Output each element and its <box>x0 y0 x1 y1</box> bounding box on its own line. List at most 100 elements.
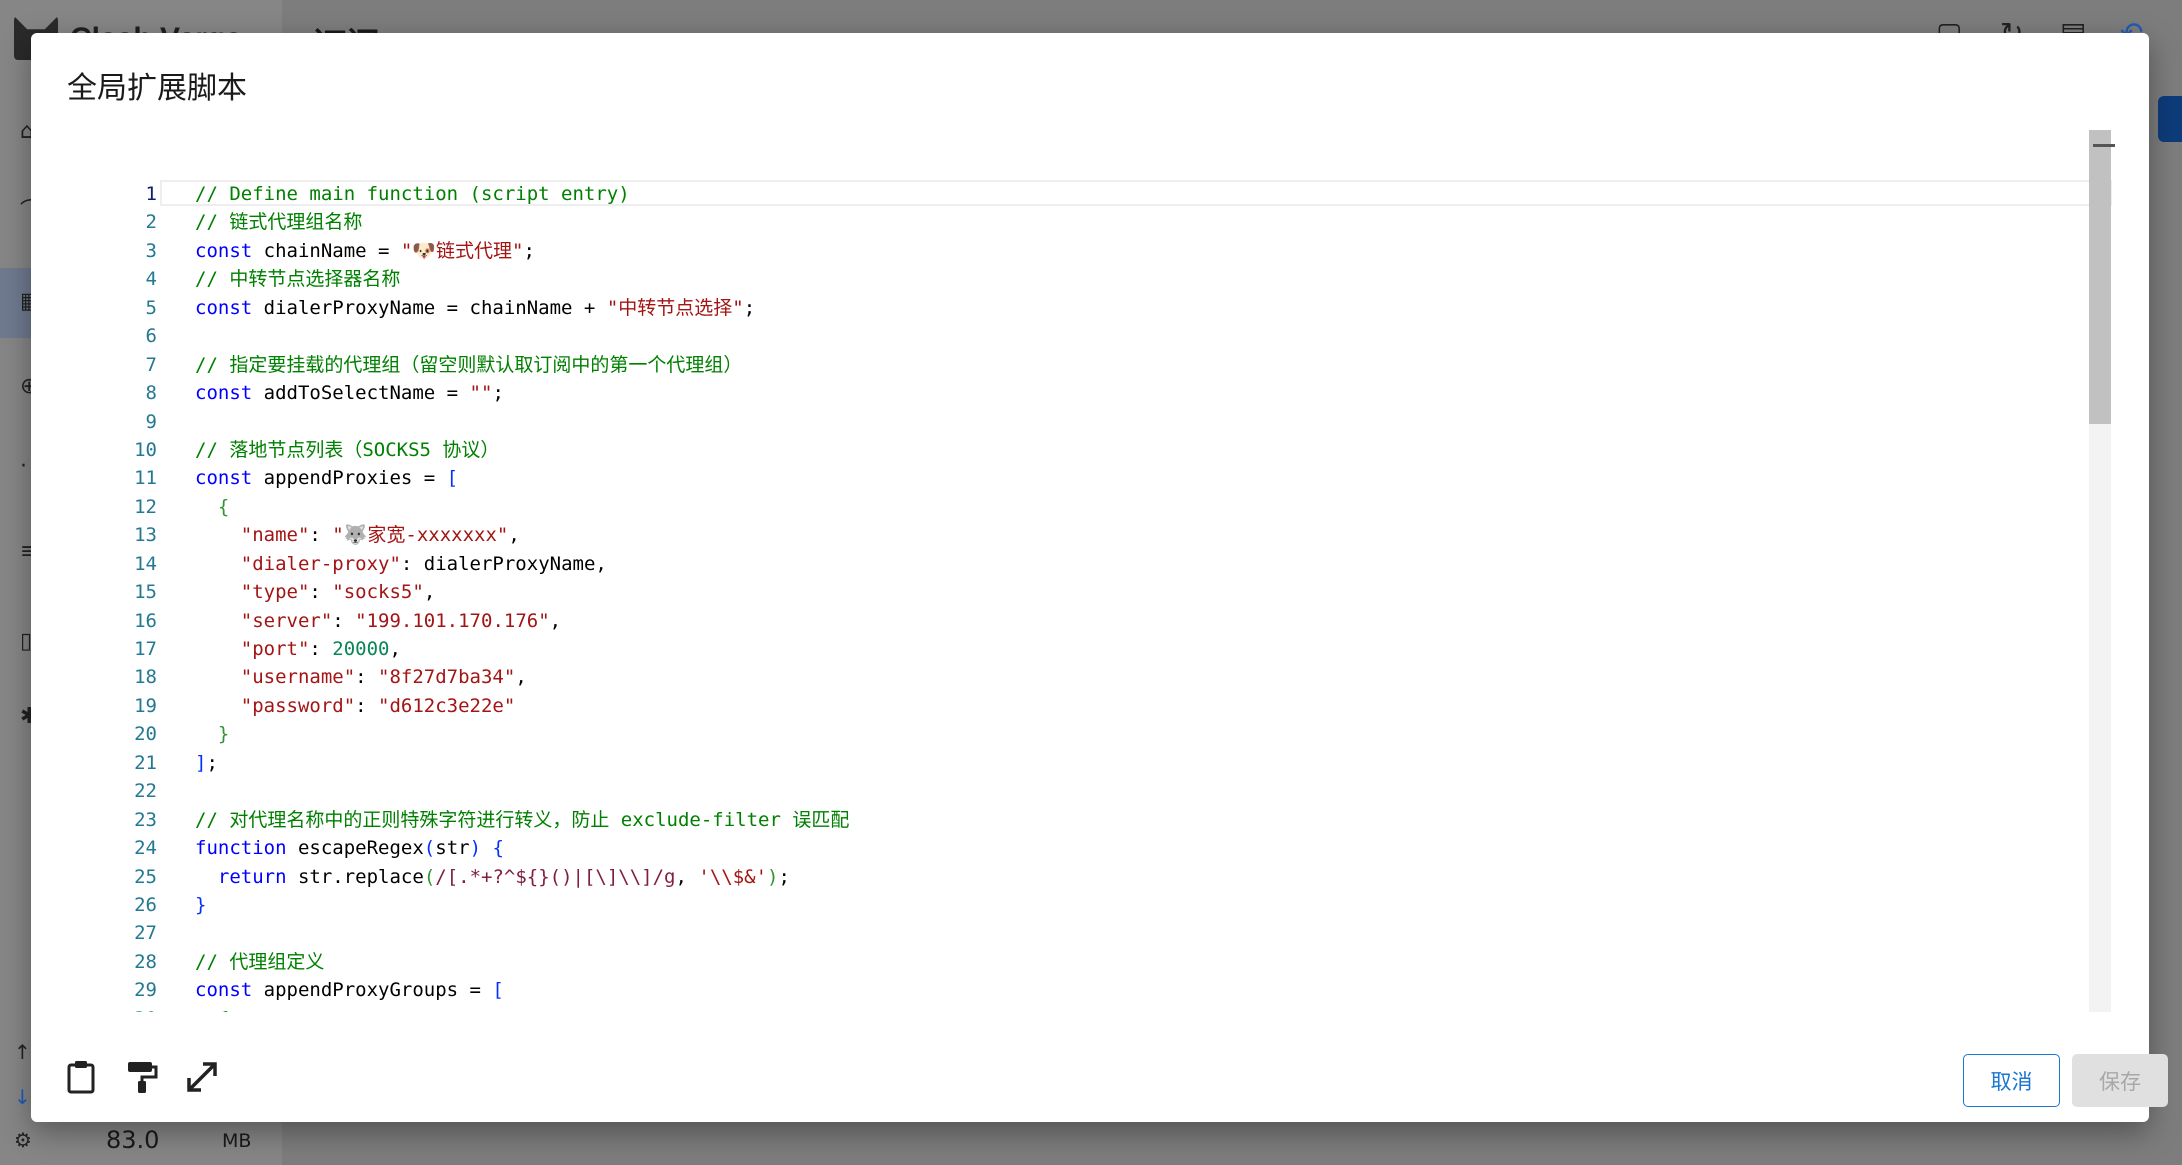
code-text: "username": "8f27d7ba34", <box>195 663 527 691</box>
code-token: "199.101.170.176" <box>355 609 550 632</box>
code-text: // 对代理名称中的正则特殊字符进行转义，防止 exclude-filter 误… <box>195 806 849 834</box>
code-line[interactable]: 23 // 对代理名称中的正则特殊字符进行转义，防止 exclude-filter… <box>67 806 2104 834</box>
code-line[interactable]: 18 "username": "8f27d7ba34", <box>67 663 2104 691</box>
code-line[interactable]: 21]; <box>67 749 2104 777</box>
code-token: : <box>355 666 379 689</box>
line-number: 14 <box>134 552 157 575</box>
editor-scrollbar-thumb[interactable] <box>2089 130 2111 424</box>
code-token: const <box>195 467 253 490</box>
code-line[interactable]: 26} <box>67 891 2104 919</box>
code-token: ) <box>767 865 779 888</box>
code-text: ]; <box>195 749 218 777</box>
code-text: const appendProxies = [ <box>195 464 458 492</box>
code-line[interactable]: 20 } <box>67 720 2104 748</box>
code-token: /[.*+?^${}()|[\]\\]/g <box>435 865 676 888</box>
code-token: "username" <box>240 666 356 689</box>
code-token: , <box>508 524 520 547</box>
line-number: 1 <box>145 183 157 205</box>
line-number: 30 <box>67 1005 157 1012</box>
code-text: "type": "socks5", <box>195 578 436 606</box>
code-line[interactable]: 10 // 落地节点列表（SOCKS5 协议） <box>67 436 2104 464</box>
code-line[interactable]: 12 { <box>67 493 2104 521</box>
code-token: addToSelectName = <box>252 382 470 405</box>
code-token: , <box>549 609 562 632</box>
code-text: function escapeRegex(str) { <box>195 834 504 862</box>
code-token: : <box>309 638 333 660</box>
code-token: } <box>217 723 230 746</box>
code-line[interactable]: 14 "dialer-proxy": dialerProxyName, <box>67 550 2104 578</box>
code-text: } <box>195 720 229 748</box>
code-line[interactable]: 22 <box>67 777 2104 805</box>
code-token: ( <box>423 837 436 860</box>
code-text: // 指定要挂载的代理组（留空则默认取订阅中的第一个代理组） <box>195 351 742 379</box>
code-token: "socks5" <box>332 581 424 604</box>
code-line[interactable]: 5 const dialerProxyName = chainName + "中转… <box>67 294 2104 322</box>
code-token: ( <box>423 865 436 888</box>
format-paint-icon[interactable] <box>122 1057 162 1097</box>
code-token: ] <box>195 751 207 774</box>
code-line[interactable]: 16 "server": "199.101.170.176", <box>67 607 2104 635</box>
code-line[interactable]: 9 <box>67 408 2104 436</box>
code-token: : <box>355 694 379 717</box>
cancel-button[interactable]: 取消 <box>1963 1054 2060 1107</box>
code-line[interactable]: 30 { <box>67 1005 2104 1012</box>
code-line[interactable]: 2 // 链式代理组名称 <box>67 208 2104 236</box>
code-token: { <box>492 837 504 860</box>
fullscreen-icon[interactable] <box>182 1057 222 1097</box>
code-line[interactable]: 27 <box>67 919 2104 947</box>
code-text: "name": "🐺家宽-xxxxxxx", <box>195 521 520 549</box>
code-token: ; <box>523 239 535 262</box>
code-token: // 对代理名称中的正则特殊字符进行转义，防止 exclude-filter 误… <box>195 808 850 831</box>
line-number: 21 <box>134 751 157 774</box>
code-line[interactable]: 8 const addToSelectName = ""; <box>67 379 2104 407</box>
code-token: "" <box>469 382 493 405</box>
code-text: "port": 20000, <box>195 635 401 663</box>
save-button[interactable]: 保存 <box>2072 1054 2168 1107</box>
code-line[interactable]: 19 "password": "d612c3e22e" <box>67 692 2104 720</box>
code-token: "d612c3e22e" <box>378 694 516 717</box>
code-token: ; <box>743 296 756 319</box>
code-line[interactable]: 7 // 指定要挂载的代理组（留空则默认取订阅中的第一个代理组） <box>67 351 2104 379</box>
code-line[interactable]: 11 const appendProxies = [ <box>67 464 2104 492</box>
code-token: , <box>675 865 699 888</box>
code-token: // 指定要挂载的代理组（留空则默认取订阅中的第一个代理组） <box>195 353 743 376</box>
code-text: // 链式代理组名称 <box>195 208 362 236</box>
code-text: } <box>195 891 206 919</box>
code-line[interactable]: 1 // Define main function (script entry) <box>67 180 2104 208</box>
code-token: "port" <box>240 638 310 660</box>
code-text: const chainName = "🐶链式代理"; <box>195 237 535 265</box>
code-line[interactable]: 6 <box>67 322 2104 350</box>
code-token: : <box>309 581 333 604</box>
line-number: 8 <box>145 382 157 405</box>
code-line[interactable]: 29 const appendProxyGroups = [ <box>67 976 2104 1004</box>
code-text: "password": "d612c3e22e" <box>195 692 516 720</box>
line-number: 13 <box>134 524 157 547</box>
code-line[interactable]: 28 // 代理组定义 <box>67 948 2104 976</box>
code-token: dialerProxyName = chainName + <box>252 296 607 319</box>
code-line[interactable]: 25 return str.replace(/[.*+?^${}()|[\]\\… <box>67 863 2104 891</box>
code-text: { <box>195 1005 229 1012</box>
code-token: str.replace <box>286 865 424 888</box>
line-number: 19 <box>134 694 157 717</box>
clipboard-icon[interactable] <box>61 1057 101 1097</box>
code-token: [ <box>492 979 504 1002</box>
code-editor[interactable]: 1 // Define main function (script entry) 2… <box>67 130 2124 1012</box>
code-line[interactable]: 24 function escapeRegex(str) { <box>67 834 2104 862</box>
code-line[interactable]: 15 "type": "socks5", <box>67 578 2104 606</box>
code-line[interactable]: 3 const chainName = "🐶链式代理"; <box>67 237 2104 265</box>
code-token: // 链式代理组名称 <box>195 211 363 234</box>
code-line[interactable]: 13 "name": "🐺家宽-xxxxxxx", <box>67 521 2104 549</box>
code-lines[interactable]: 1 // Define main function (script entry) 2… <box>67 180 2104 1012</box>
code-text: return str.replace(/[.*+?^${}()|[\]\\]/g… <box>195 863 790 891</box>
code-token: ; <box>778 865 790 888</box>
line-number: 17 <box>134 638 157 660</box>
code-token: "8f27d7ba34" <box>378 666 516 689</box>
download-arrow-icon: ↓ <box>14 1085 31 1109</box>
code-line[interactable]: 4 // 中转节点选择器名称 <box>67 265 2104 293</box>
code-line[interactable]: 17 "port": 20000, <box>67 635 2104 663</box>
